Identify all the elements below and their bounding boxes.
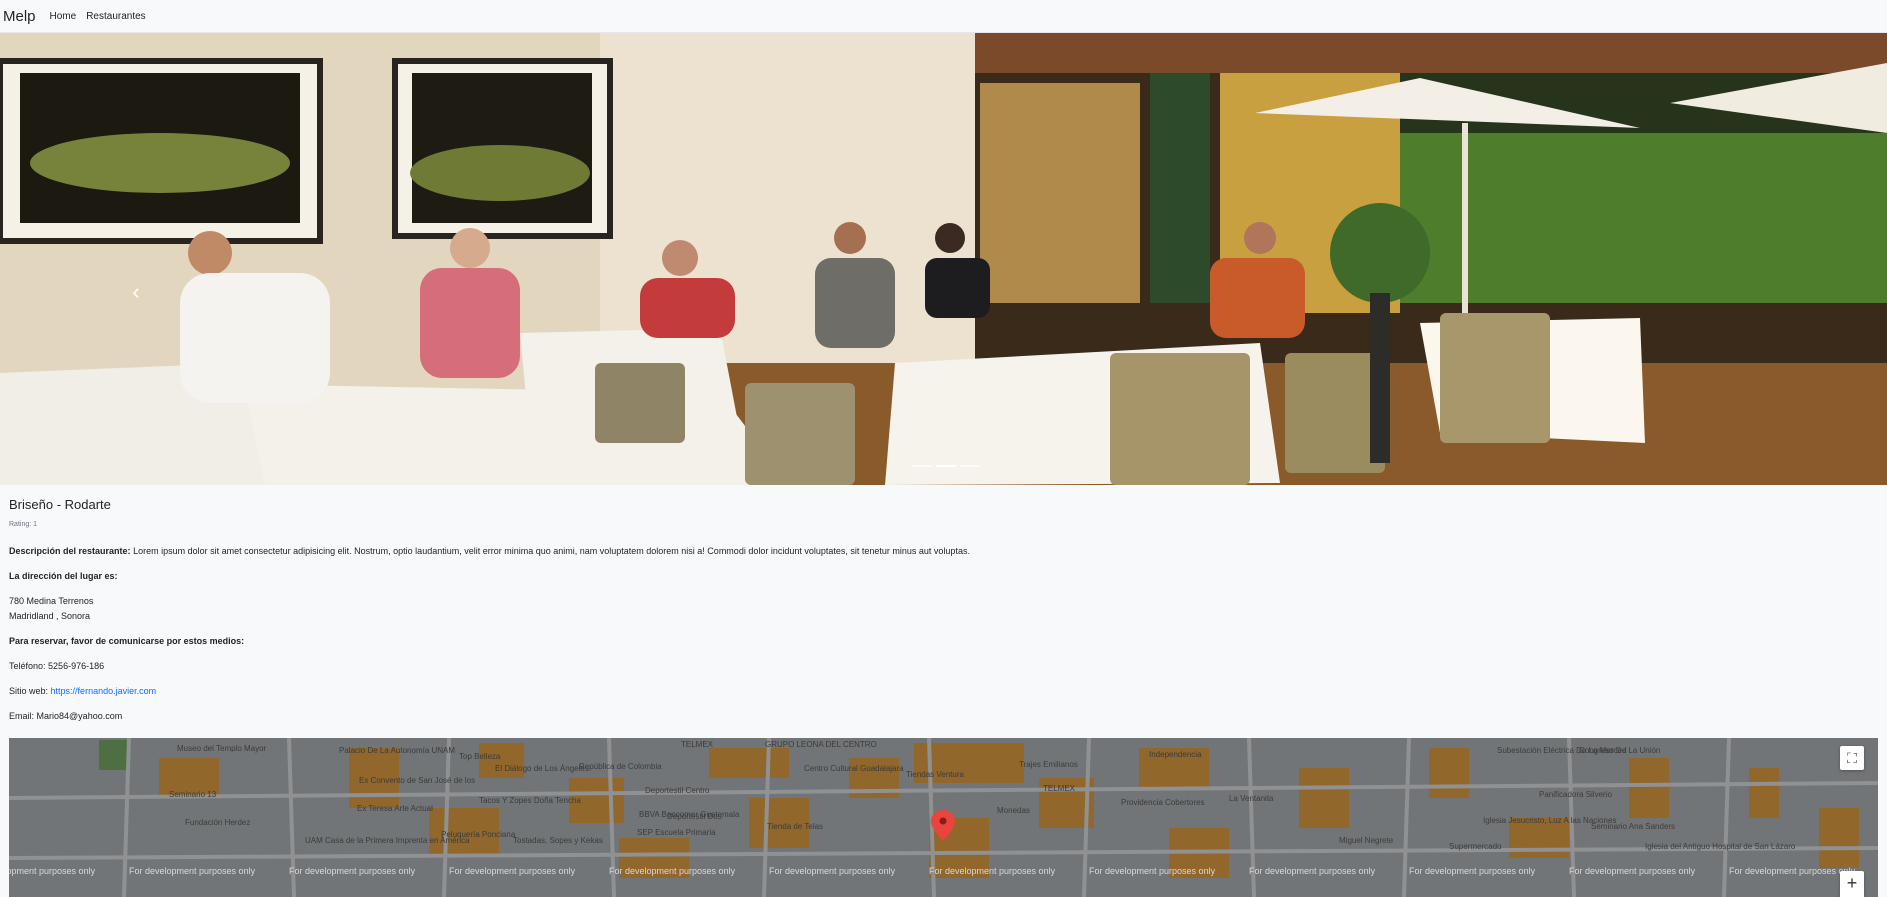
map-watermark-text: For development purposes only <box>929 866 1056 876</box>
reserve-heading: Para reservar, favor de comunicarse por … <box>9 636 245 646</box>
map-watermark-text: For development purposes only <box>129 866 256 876</box>
chevron-left-icon: ‹ <box>132 279 140 304</box>
map-place-label: Monedas <box>997 806 1030 815</box>
carousel-photo <box>0 33 1887 485</box>
map-place-label: Panificadora Silverio <box>1539 790 1612 799</box>
carousel-indicators <box>912 465 980 467</box>
map-place-label: Seminario Ana Sanders <box>1591 822 1676 831</box>
map-place-label: Tiendas Ventura <box>906 770 964 779</box>
address-heading: La dirección del lugar es: <box>9 571 118 581</box>
address-line-2: Madridland , Sonora <box>9 611 91 621</box>
map-watermark-text: For development purposes only <box>449 866 576 876</box>
map-place-label: Congreso De La Unión <box>1579 746 1661 755</box>
map-place-label: República de Colombia <box>579 762 662 771</box>
map-place-label: Ex Teresa Arte Actual <box>357 804 433 813</box>
map-place-label: Palacio De La Autonomía UNAM <box>339 746 456 755</box>
image-carousel[interactable]: ‹ <box>0 33 1887 485</box>
google-map[interactable]: Museo del Templo Mayor Palacio De La Auto… <box>9 738 1878 897</box>
map-place-label: SEP Escuela Primaria <box>637 828 716 837</box>
map-watermark-text: For development purposes only <box>1409 866 1536 876</box>
map-place-label: Deportestil Centro <box>645 786 710 795</box>
map-place-label: Miguel Negrete <box>1339 836 1394 845</box>
carousel-indicator[interactable] <box>912 465 932 467</box>
map-watermark-text: For development purposes only <box>1569 866 1696 876</box>
email-line: Email: Mario84@yahoo.com <box>9 710 1878 722</box>
email-value: Mario84@yahoo.com <box>36 711 123 721</box>
website-link[interactable]: https://fernando.javier.com <box>51 686 157 696</box>
email-label: Email: <box>9 711 35 721</box>
map-place-label: Tienda de Telas <box>767 822 824 831</box>
map-place-label: Deportestil Dos <box>667 812 722 821</box>
map-watermark-text: For development purposes only <box>1729 866 1856 876</box>
map-place-label: Top Belleza <box>459 752 501 761</box>
map-fullscreen-button[interactable]: ⛶ <box>1840 746 1864 770</box>
website-label: Sitio web: <box>9 686 49 696</box>
map-place-label: Centro Cultural Guadalajara <box>804 764 904 773</box>
address-line-1: 780 Medina Terrenos <box>9 596 94 606</box>
map-place-label: Trajes Emilianos <box>1019 760 1078 769</box>
map-zoom-in-button[interactable]: + <box>1840 871 1864 897</box>
map-watermark-text: For development purposes only <box>9 866 96 876</box>
map-place-label: GRUPO LEONA DEL CENTRO <box>765 740 877 749</box>
fullscreen-icon: ⛶ <box>1847 749 1857 766</box>
carousel-prev-button[interactable]: ‹ <box>126 275 146 309</box>
map-place-label: Tostadas, Sopes y Kekas <box>513 836 603 845</box>
phone-line: Teléfono: 5256-976-186 <box>9 660 1878 672</box>
nav-link-home[interactable]: Home <box>50 11 77 22</box>
phone-label: Teléfono: <box>9 661 46 671</box>
carousel-indicator-active[interactable] <box>936 465 956 467</box>
map-place-label: Seminario 13 <box>169 790 217 799</box>
website-line: Sitio web: https://fernando.javier.com <box>9 685 1878 697</box>
phone-value: 5256-976-186 <box>48 661 105 671</box>
map-watermark-text: For development purposes only <box>609 866 736 876</box>
map-place-label: Ex Convento de San José de los <box>359 776 476 785</box>
restaurant-name: Briseño - Rodarte <box>9 497 111 512</box>
map-place-label: Supermercado <box>1449 842 1502 851</box>
map-watermark-text: For development purposes only <box>1249 866 1376 876</box>
description-text: Lorem ipsum dolor sit amet consectetur a… <box>133 546 970 556</box>
map-place-label: TELMEX <box>681 740 714 749</box>
description-label: Descripción del restaurante: <box>9 546 131 556</box>
map-place-label: Providencia Cobertores <box>1121 798 1205 807</box>
map-place-label: Peluquería Ponciana <box>441 830 516 839</box>
restaurant-details: Briseño - Rodarte Rating: 1 Descripción … <box>0 497 1887 722</box>
map-place-label: Museo del Templo Mayor <box>177 744 267 753</box>
navbar: Melp Home Restaurantes <box>0 0 1887 33</box>
restaurant-rating: Rating: 1 <box>9 521 38 528</box>
map-place-label: Fundación Herdez <box>185 818 251 827</box>
map-place-label: La Ventanita <box>1229 794 1274 803</box>
map-place-label: Independencia <box>1149 750 1202 759</box>
map-watermark-text: For development purposes only <box>769 866 896 876</box>
restaurant-description: Descripción del restaurante: Lorem ipsum… <box>9 545 1878 557</box>
map-place-label: Iglesia del Antiguo Hospital de San Láza… <box>1645 842 1796 851</box>
map-watermark-text: For development purposes only <box>289 866 416 876</box>
map-place-label: Tacos Y Zopes Doña Tencha <box>479 796 581 805</box>
map-place-label: El Diálogo de Los Ángeles <box>495 764 589 773</box>
carousel-indicator[interactable] <box>960 465 980 467</box>
map-watermark-text: For development purposes only <box>1089 866 1216 876</box>
brand-link[interactable]: Melp <box>3 8 36 25</box>
map-place-label: TELMEX <box>1043 784 1076 793</box>
nav-link-restaurantes[interactable]: Restaurantes <box>86 11 145 22</box>
